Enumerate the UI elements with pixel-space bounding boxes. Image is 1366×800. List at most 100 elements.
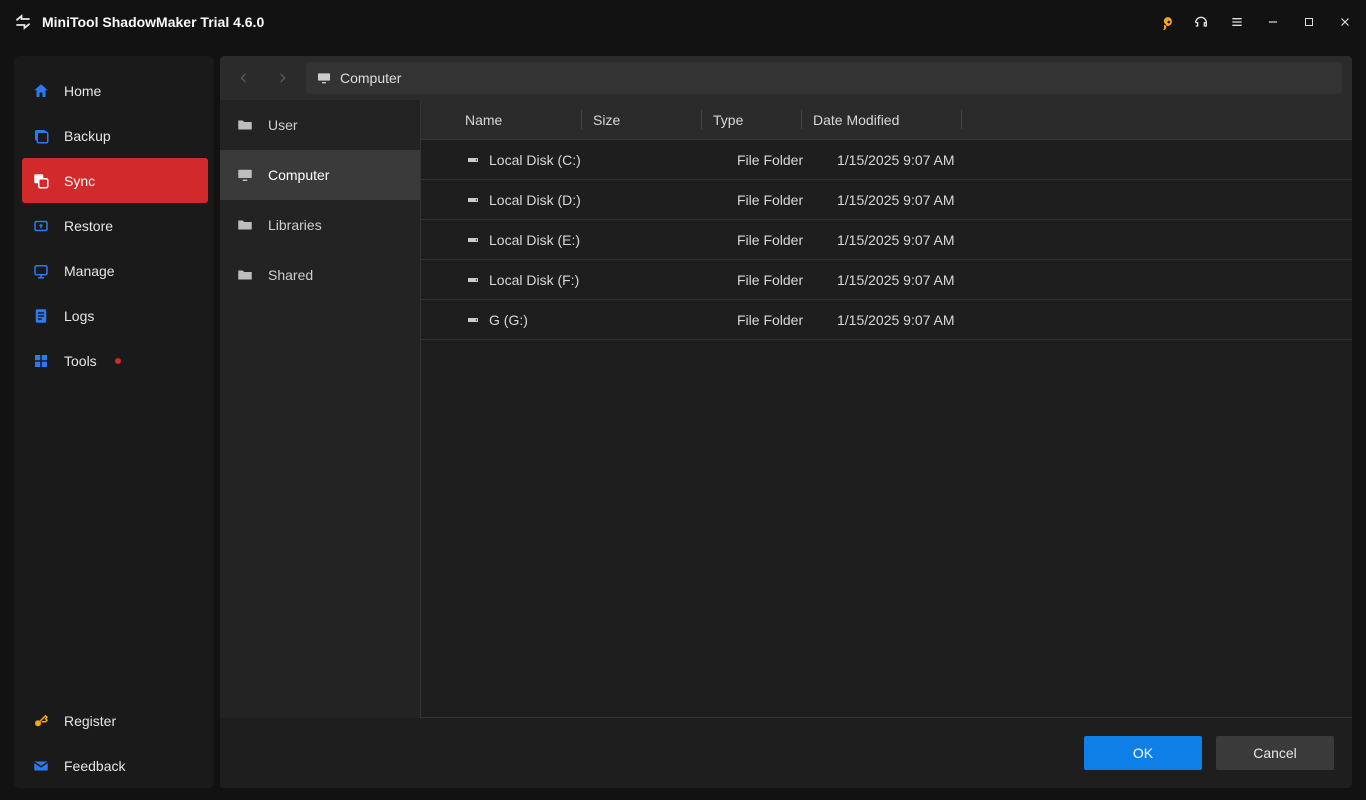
tools-icon [32, 352, 50, 370]
column-header-date[interactable]: Date Modified [801, 100, 961, 139]
table-row[interactable]: G (G:) File Folder1/15/2025 9:07 AM [421, 300, 1352, 340]
drive-icon [465, 274, 481, 286]
sidebar-item-label: Home [64, 83, 101, 99]
sidebar-item-tools[interactable]: Tools [14, 338, 214, 383]
drive-icon [465, 154, 481, 166]
location-item-label: Libraries [268, 217, 322, 233]
file-name: Local Disk (F:) [489, 272, 579, 288]
sidebar-item-register[interactable]: Register [14, 698, 214, 743]
folder-icon [236, 216, 254, 234]
nav-forward-button[interactable] [268, 64, 296, 92]
location-item-computer[interactable]: Computer [220, 150, 420, 200]
file-pane: Name Size Type Date Modified Local Disk … [420, 100, 1352, 718]
sidebar-item-label: Register [64, 713, 116, 729]
column-header-size[interactable]: Size [581, 100, 701, 139]
sidebar-item-label: Tools [64, 353, 97, 369]
sidebar-item-feedback[interactable]: Feedback [14, 743, 214, 788]
column-header-label: Date Modified [813, 112, 899, 128]
pathbar: Computer [220, 56, 1352, 100]
sidebar-item-logs[interactable]: Logs [14, 293, 214, 338]
sidebar-item-restore[interactable]: Restore [14, 203, 214, 248]
notification-dot-icon [115, 358, 121, 364]
file-name: Local Disk (C:) [489, 152, 581, 168]
app-title: MiniTool ShadowMaker Trial 4.6.0 [42, 14, 264, 30]
dialog-footer: OK Cancel [220, 718, 1352, 788]
file-date: 1/15/2025 9:07 AM [825, 192, 985, 208]
mail-icon [32, 757, 50, 775]
column-header-spacer [961, 100, 1352, 139]
location-item-user[interactable]: User [220, 100, 420, 150]
table-row[interactable]: Local Disk (C:) File Folder1/15/2025 9:07… [421, 140, 1352, 180]
close-button[interactable] [1334, 11, 1356, 33]
drive-icon [465, 234, 481, 246]
sidebar-item-sync[interactable]: Sync [22, 158, 208, 203]
column-header-type[interactable]: Type [701, 100, 801, 139]
logs-icon [32, 307, 50, 325]
sidebar-nav: Home Backup Sync Restore Manage [14, 68, 214, 383]
file-type: File Folder [725, 272, 825, 288]
sidebar: Home Backup Sync Restore Manage [14, 56, 214, 788]
cancel-button[interactable]: Cancel [1216, 736, 1334, 770]
column-header-name[interactable]: Name [421, 100, 581, 139]
drive-icon [465, 194, 481, 206]
nav-back-button[interactable] [230, 64, 258, 92]
file-date: 1/15/2025 9:07 AM [825, 232, 985, 248]
monitor-icon [316, 70, 332, 86]
location-item-label: Shared [268, 267, 313, 283]
folder-shared-icon [236, 266, 254, 284]
app-logo-icon [14, 12, 34, 32]
headset-icon[interactable] [1190, 11, 1212, 33]
location-item-label: Computer [268, 167, 329, 183]
file-date: 1/15/2025 9:07 AM [825, 312, 985, 328]
sidebar-bottom-nav: Register Feedback [14, 698, 214, 788]
file-date: 1/15/2025 9:07 AM [825, 272, 985, 288]
key-icon[interactable] [1154, 11, 1176, 33]
location-item-libraries[interactable]: Libraries [220, 200, 420, 250]
minimize-button[interactable] [1262, 11, 1284, 33]
sidebar-item-label: Manage [64, 263, 115, 279]
app-window: MiniTool ShadowMaker Trial 4.6.0 [0, 0, 1366, 800]
monitor-icon [236, 166, 254, 184]
table-row[interactable]: Local Disk (E:) File Folder1/15/2025 9:07… [421, 220, 1352, 260]
table-row[interactable]: Local Disk (D:)File Folder1/15/2025 9:07… [421, 180, 1352, 220]
sidebar-item-home[interactable]: Home [14, 68, 214, 113]
file-date: 1/15/2025 9:07 AM [825, 152, 985, 168]
file-table-header: Name Size Type Date Modified [421, 100, 1352, 140]
column-header-label: Size [593, 112, 620, 128]
home-icon [32, 82, 50, 100]
breadcrumb-label: Computer [340, 70, 401, 86]
app-body: Home Backup Sync Restore Manage [0, 44, 1366, 800]
main-panel: Computer User Computer Libraries [220, 56, 1352, 788]
file-name: G (G:) [489, 312, 528, 328]
backup-icon [32, 127, 50, 145]
sidebar-item-label: Restore [64, 218, 113, 234]
sidebar-item-label: Backup [64, 128, 111, 144]
restore-icon [32, 217, 50, 235]
file-type: File Folder [725, 152, 825, 168]
table-row[interactable]: Local Disk (F:) File Folder1/15/2025 9:07… [421, 260, 1352, 300]
location-pane: User Computer Libraries Shared [220, 100, 420, 718]
menu-icon[interactable] [1226, 11, 1248, 33]
titlebar: MiniTool ShadowMaker Trial 4.6.0 [0, 0, 1366, 44]
maximize-button[interactable] [1298, 11, 1320, 33]
manage-icon [32, 262, 50, 280]
file-name: Local Disk (E:) [489, 232, 580, 248]
window-controls [1154, 11, 1356, 33]
breadcrumb[interactable]: Computer [306, 62, 1342, 94]
button-label: Cancel [1253, 745, 1297, 761]
sidebar-item-manage[interactable]: Manage [14, 248, 214, 293]
sidebar-item-backup[interactable]: Backup [14, 113, 214, 158]
file-type: File Folder [725, 312, 825, 328]
column-header-label: Type [713, 112, 743, 128]
drive-icon [465, 314, 481, 326]
location-item-shared[interactable]: Shared [220, 250, 420, 300]
ok-button[interactable]: OK [1084, 736, 1202, 770]
file-type: File Folder [725, 232, 825, 248]
sidebar-item-label: Logs [64, 308, 94, 324]
column-header-label: Name [465, 112, 502, 128]
key-icon [32, 712, 50, 730]
sync-icon [32, 172, 50, 190]
content-split: User Computer Libraries Shared [220, 100, 1352, 718]
file-name: Local Disk (D:) [489, 192, 581, 208]
folder-user-icon [236, 116, 254, 134]
